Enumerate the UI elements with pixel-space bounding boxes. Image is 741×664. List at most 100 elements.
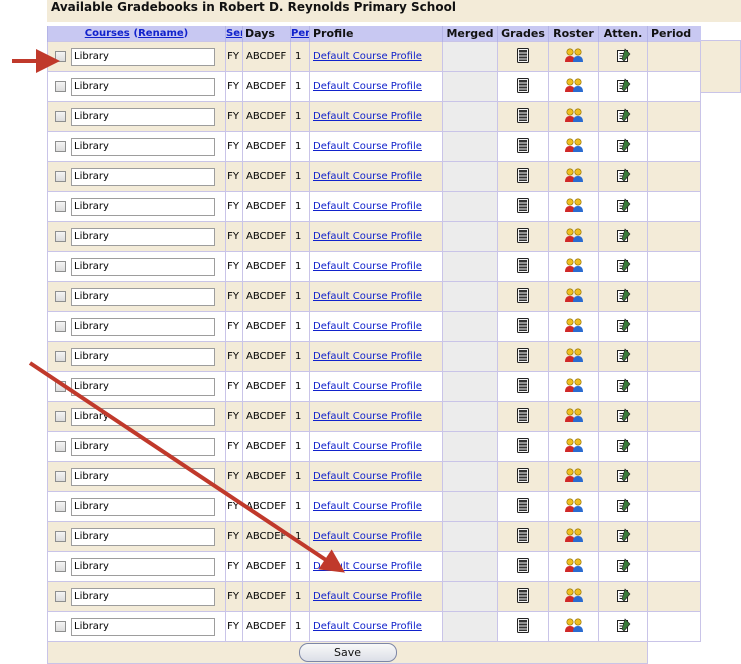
gradebook-icon[interactable] — [517, 497, 529, 516]
attendance-icon[interactable] — [616, 47, 631, 66]
save-button[interactable]: Save — [298, 643, 397, 662]
roster-people-icon[interactable] — [564, 557, 584, 576]
attendance-icon[interactable] — [616, 467, 631, 486]
course-profile-link[interactable]: Default Course Profile — [313, 171, 422, 182]
gradebook-icon[interactable] — [517, 617, 529, 636]
course-name-input[interactable] — [71, 467, 215, 486]
gradebook-icon[interactable] — [517, 107, 529, 126]
select-checkbox[interactable] — [55, 201, 66, 212]
attendance-icon[interactable] — [616, 197, 631, 216]
roster-people-icon[interactable] — [564, 77, 584, 96]
course-name-input[interactable] — [71, 47, 215, 66]
gradebook-icon[interactable] — [517, 77, 529, 96]
roster-people-icon[interactable] — [564, 227, 584, 246]
gradebook-icon[interactable] — [517, 317, 529, 336]
roster-people-icon[interactable] — [564, 167, 584, 186]
select-checkbox[interactable] — [55, 261, 66, 272]
gradebook-icon[interactable] — [517, 437, 529, 456]
select-checkbox[interactable] — [55, 321, 66, 332]
course-profile-link[interactable]: Default Course Profile — [313, 441, 422, 452]
course-name-input[interactable] — [71, 437, 215, 456]
select-checkbox[interactable] — [55, 81, 66, 92]
select-checkbox[interactable] — [55, 381, 66, 392]
gradebook-icon[interactable] — [517, 47, 529, 66]
course-profile-link[interactable]: Default Course Profile — [313, 231, 422, 242]
attendance-icon[interactable] — [616, 407, 631, 426]
select-checkbox[interactable] — [55, 171, 66, 182]
gradebook-icon[interactable] — [517, 557, 529, 576]
gradebook-icon[interactable] — [517, 197, 529, 216]
attendance-icon[interactable] — [616, 167, 631, 186]
course-profile-link[interactable]: Default Course Profile — [313, 351, 422, 362]
gradebook-icon[interactable] — [517, 587, 529, 606]
gradebook-icon[interactable] — [517, 137, 529, 156]
select-checkbox[interactable] — [55, 291, 66, 302]
course-profile-link[interactable]: Default Course Profile — [313, 591, 422, 602]
course-name-input[interactable] — [71, 167, 215, 186]
attendance-icon[interactable] — [616, 497, 631, 516]
roster-people-icon[interactable] — [564, 257, 584, 276]
attendance-icon[interactable] — [616, 527, 631, 546]
roster-people-icon[interactable] — [564, 347, 584, 366]
roster-people-icon[interactable] — [564, 467, 584, 486]
roster-people-icon[interactable] — [564, 617, 584, 636]
select-checkbox[interactable] — [55, 411, 66, 422]
select-checkbox[interactable] — [55, 111, 66, 122]
attendance-icon[interactable] — [616, 77, 631, 96]
attendance-icon[interactable] — [616, 257, 631, 276]
course-profile-link[interactable]: Default Course Profile — [313, 111, 422, 122]
roster-people-icon[interactable] — [564, 437, 584, 456]
course-name-input[interactable] — [71, 557, 215, 576]
course-name-input[interactable] — [71, 257, 215, 276]
roster-people-icon[interactable] — [564, 407, 584, 426]
roster-people-icon[interactable] — [564, 137, 584, 156]
course-profile-link[interactable]: Default Course Profile — [313, 201, 422, 212]
attendance-icon[interactable] — [616, 287, 631, 306]
course-profile-link[interactable]: Default Course Profile — [313, 561, 422, 572]
roster-people-icon[interactable] — [564, 497, 584, 516]
course-name-input[interactable] — [71, 107, 215, 126]
attendance-icon[interactable] — [616, 227, 631, 246]
attendance-icon[interactable] — [616, 377, 631, 396]
per-sort-link[interactable]: Per. — [292, 28, 310, 39]
gradebook-icon[interactable] — [517, 527, 529, 546]
select-checkbox[interactable] — [55, 351, 66, 362]
course-name-input[interactable] — [71, 527, 215, 546]
course-profile-link[interactable]: Default Course Profile — [313, 411, 422, 422]
select-checkbox[interactable] — [55, 561, 66, 572]
course-profile-link[interactable]: Default Course Profile — [313, 471, 422, 482]
course-profile-link[interactable]: Default Course Profile — [313, 321, 422, 332]
attendance-icon[interactable] — [616, 437, 631, 456]
attendance-icon[interactable] — [616, 347, 631, 366]
rename-link[interactable]: Rename — [138, 28, 184, 39]
course-name-input[interactable] — [71, 137, 215, 156]
roster-people-icon[interactable] — [564, 377, 584, 396]
course-profile-link[interactable]: Default Course Profile — [313, 261, 422, 272]
course-profile-link[interactable]: Default Course Profile — [313, 291, 422, 302]
gradebook-icon[interactable] — [517, 347, 529, 366]
gradebook-icon[interactable] — [517, 227, 529, 246]
select-checkbox[interactable] — [55, 51, 66, 62]
roster-people-icon[interactable] — [564, 107, 584, 126]
attendance-icon[interactable] — [616, 587, 631, 606]
course-name-input[interactable] — [71, 587, 215, 606]
roster-people-icon[interactable] — [564, 587, 584, 606]
roster-people-icon[interactable] — [564, 317, 584, 336]
gradebook-icon[interactable] — [517, 377, 529, 396]
select-checkbox[interactable] — [55, 591, 66, 602]
sem-sort-link[interactable]: Sem — [227, 28, 243, 39]
roster-people-icon[interactable] — [564, 47, 584, 66]
roster-people-icon[interactable] — [564, 287, 584, 306]
select-checkbox[interactable] — [55, 441, 66, 452]
course-name-input[interactable] — [71, 227, 215, 246]
select-checkbox[interactable] — [55, 471, 66, 482]
select-checkbox[interactable] — [55, 531, 66, 542]
course-name-input[interactable] — [71, 197, 215, 216]
attendance-icon[interactable] — [616, 557, 631, 576]
gradebook-icon[interactable] — [517, 257, 529, 276]
course-name-input[interactable] — [71, 77, 215, 96]
select-checkbox[interactable] — [55, 141, 66, 152]
attendance-icon[interactable] — [616, 317, 631, 336]
roster-people-icon[interactable] — [564, 527, 584, 546]
course-profile-link[interactable]: Default Course Profile — [313, 51, 422, 62]
